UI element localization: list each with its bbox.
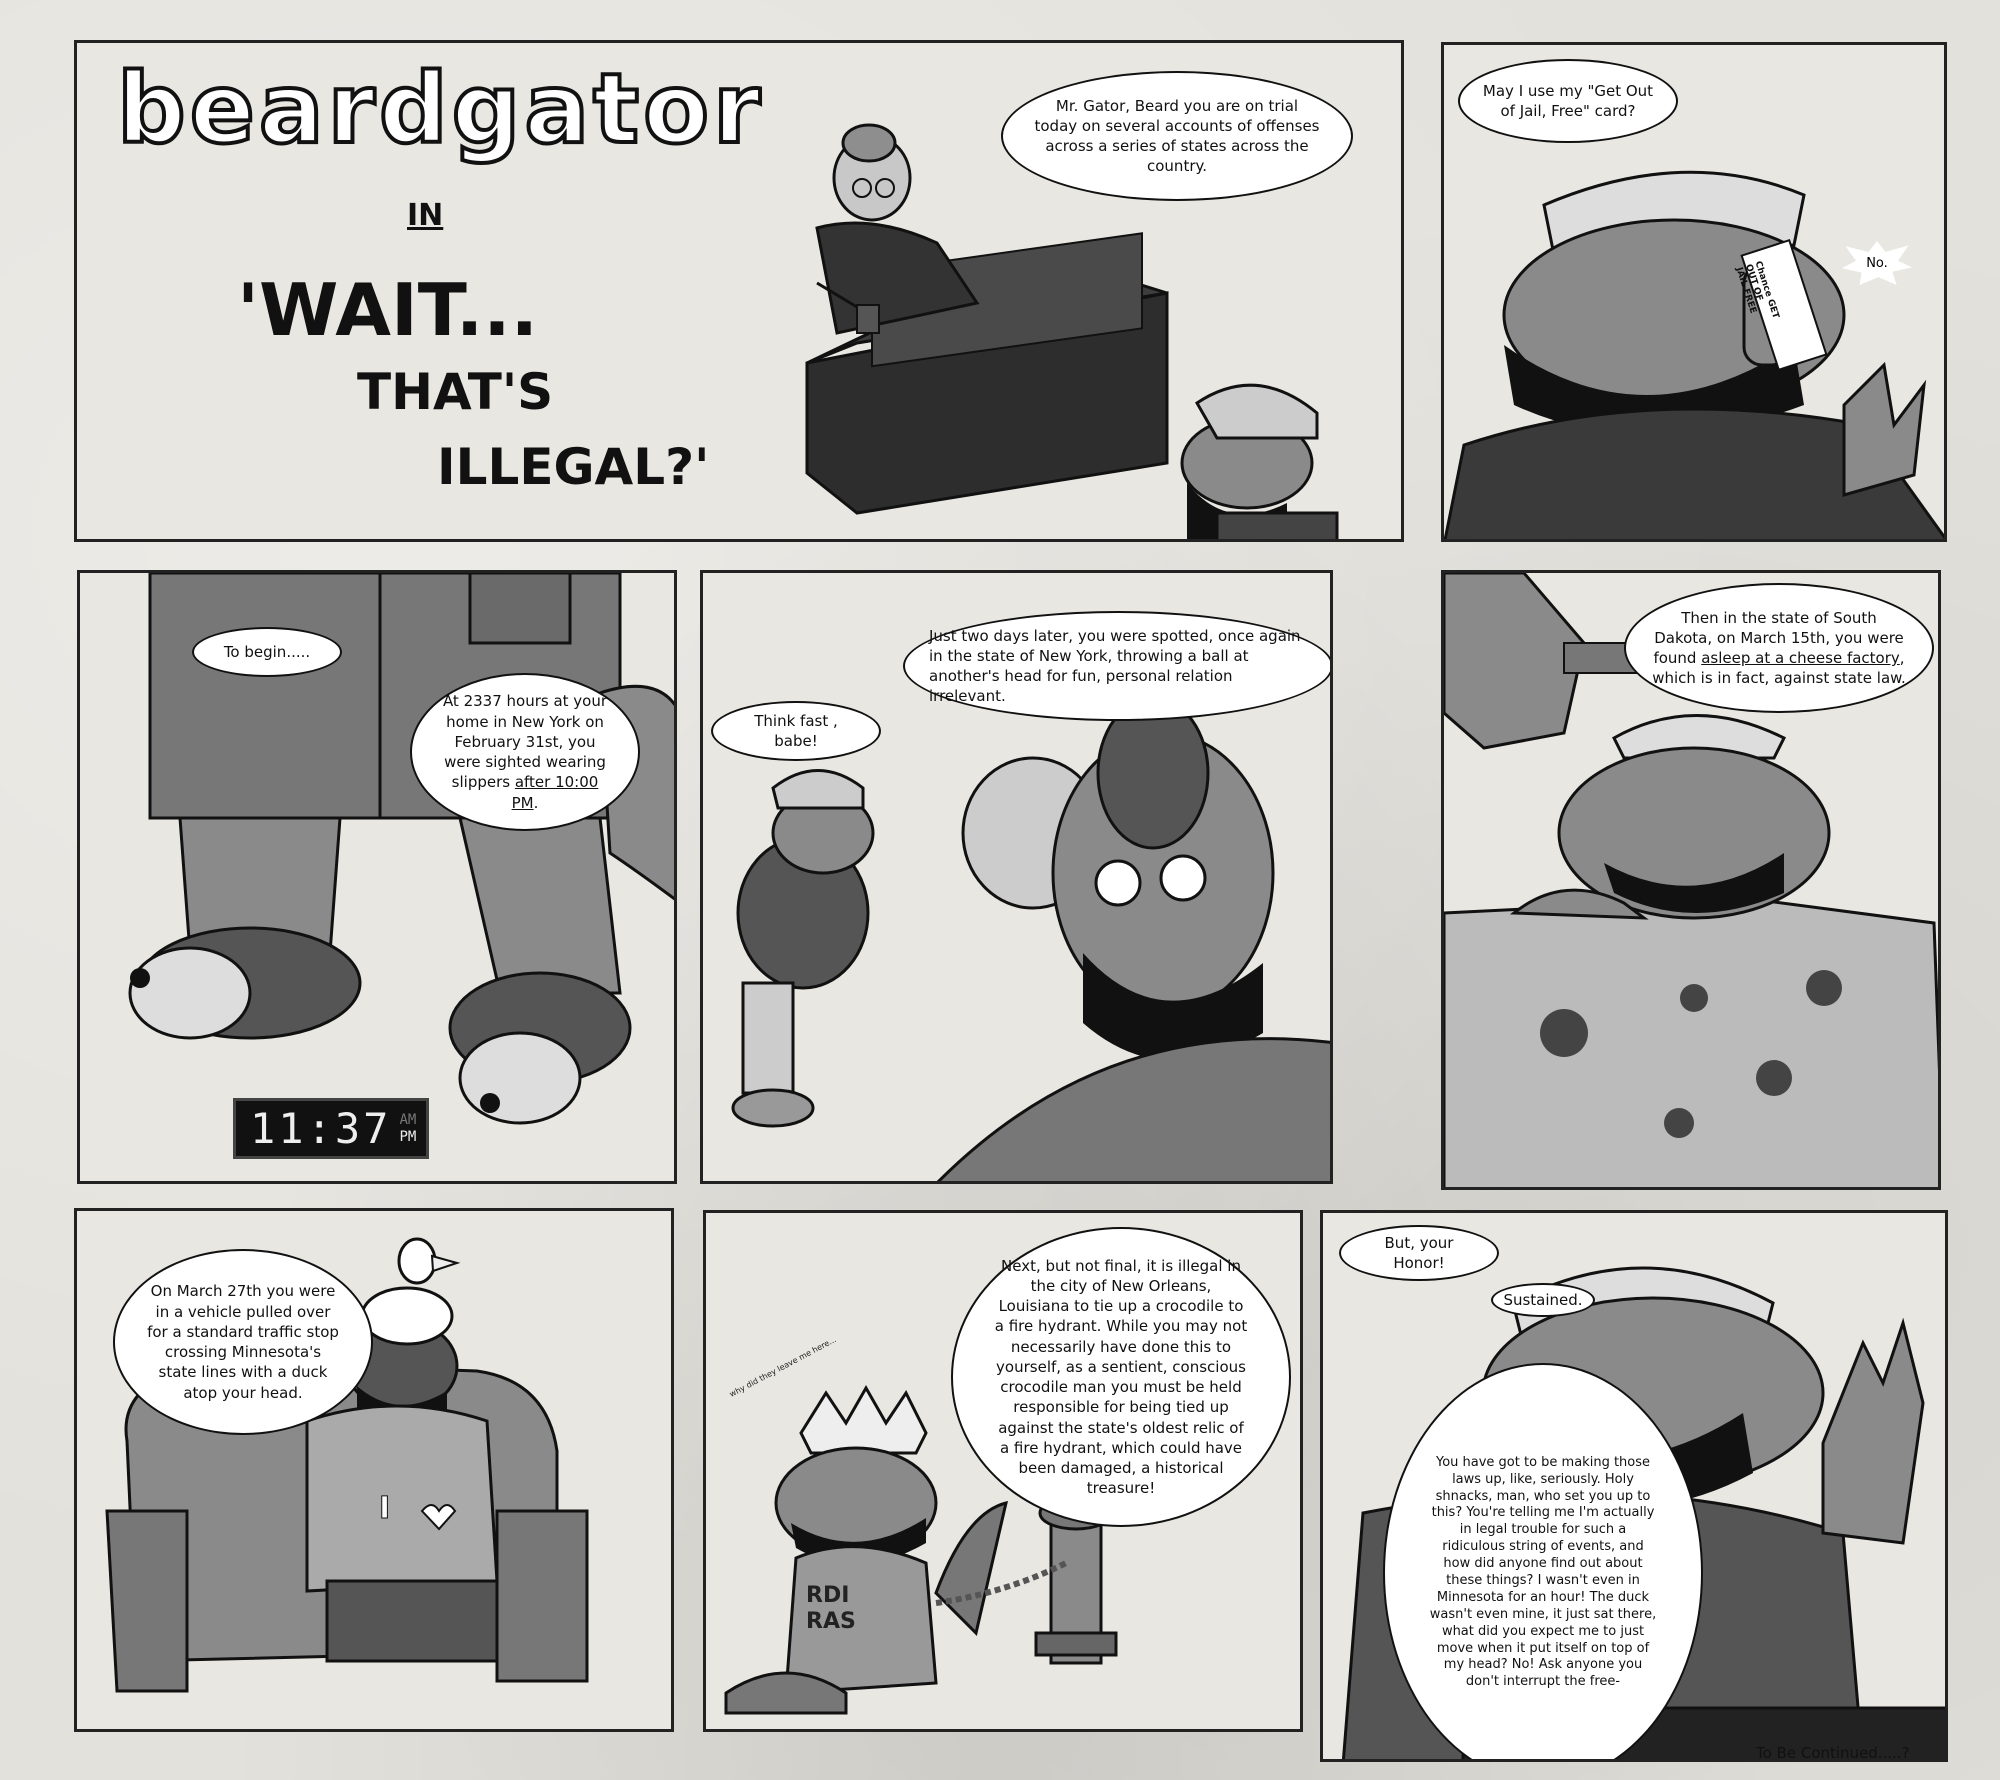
panel-title: beardgator IN 'WAIT... THAT'S ILLEGAL?' … <box>74 40 1404 542</box>
sustained-text: Sustained. <box>1503 1290 1583 1309</box>
but-honor-bubble: But, your Honor! <box>1339 1225 1499 1281</box>
hydrant-speech-bubble: Next, but not final, it is illegal in th… <box>951 1227 1291 1527</box>
title-line2: THAT'S <box>357 363 554 421</box>
rant-bubble: You have got to be making those laws up,… <box>1383 1363 1703 1759</box>
begin-speech-bubble: To begin..... <box>192 627 342 677</box>
think-fast-text: Think fast , babe! <box>754 711 838 750</box>
slippers-illustration <box>128 573 674 1125</box>
panel-jail-card: Chance GET OUT OF JAIL FREE May I use my… <box>1441 42 1947 542</box>
narration-text: Just two days later, you were spotted, o… <box>929 626 1301 706</box>
panel-cheese-factory: Then in the state of South Dakota, on Ma… <box>1441 570 1941 1190</box>
to-be-continued: To Be Continued.....? <box>1756 1744 1910 1762</box>
duck-speech-bubble: On March 27th you were in a vehicle pull… <box>113 1249 373 1435</box>
cheese-speech-underlined: asleep at a cheese factory <box>1701 649 1900 667</box>
panel-duck: I On March 27th you were in a vehicle pu… <box>74 1208 674 1732</box>
title-line1: 'WAIT... <box>237 268 538 352</box>
clock-time: 11:37 <box>250 1104 392 1153</box>
clock-meridiem: AM PM <box>399 1112 416 1146</box>
gator-speech-bubble: May I use my "Get Out of Jail, Free" car… <box>1458 59 1678 143</box>
judge-speech-text: Mr. Gator, Beard you are on trial today … <box>1034 96 1320 176</box>
think-fast-bubble: Think fast , babe! <box>711 701 881 761</box>
duck-speech-text: On March 27th you were in a vehicle pull… <box>147 1282 339 1402</box>
gator-card-speech: May I use my "Get Out of Jail, Free" car… <box>1482 81 1654 120</box>
panel-slippers: To begin..... At 2337 hours at your home… <box>77 570 677 1184</box>
comic-page: beardgator IN 'WAIT... THAT'S ILLEGAL?' … <box>0 0 2000 1780</box>
panel-think-fast: Just two days later, you were spotted, o… <box>700 570 1333 1184</box>
comic-logo: beardgator <box>115 51 765 167</box>
hydrant-speech-text: Next, but not final, it is illegal in th… <box>994 1256 1248 1498</box>
slippers-speech-underlined: after 10:00 PM <box>511 773 599 812</box>
title-line3: ILLEGAL?' <box>437 438 710 496</box>
sustained-bubble: Sustained. <box>1491 1283 1595 1317</box>
narration-bubble: Just two days later, you were spotted, o… <box>903 611 1330 721</box>
cheese-speech-text: Then in the state of South Dakota, on Ma… <box>1652 608 1906 689</box>
clock-pm: PM <box>399 1128 417 1145</box>
digital-clock: 11:37 AM PM <box>233 1098 429 1159</box>
slippers-speech-end: . <box>533 793 539 812</box>
title-in: IN <box>407 198 444 233</box>
panel-fire-hydrant: RDI RAS why did they leave me here... Ne… <box>703 1210 1303 1732</box>
begin-speech-text: To begin..... <box>223 642 311 661</box>
slippers-speech-text: At 2337 hours at your home in New York o… <box>436 691 614 813</box>
but-honor-text: But, your Honor! <box>1384 1233 1454 1272</box>
judge-no-text: No. <box>1866 255 1888 271</box>
slippers-speech-bubble: At 2337 hours at your home in New York o… <box>410 673 640 831</box>
cheese-speech-bubble: Then in the state of South Dakota, on Ma… <box>1624 583 1934 713</box>
panel-sustained: But, your Honor! Sustained. You have got… <box>1320 1210 1948 1762</box>
shirt-letter: I <box>378 1491 391 1527</box>
crown-shirt-letters: RDI RAS <box>806 1583 856 1635</box>
judge-speech-bubble: Mr. Gator, Beard you are on trial today … <box>1001 71 1353 201</box>
clock-am: AM <box>399 1111 417 1128</box>
rant-text: You have got to be making those laws up,… <box>1429 1454 1657 1690</box>
